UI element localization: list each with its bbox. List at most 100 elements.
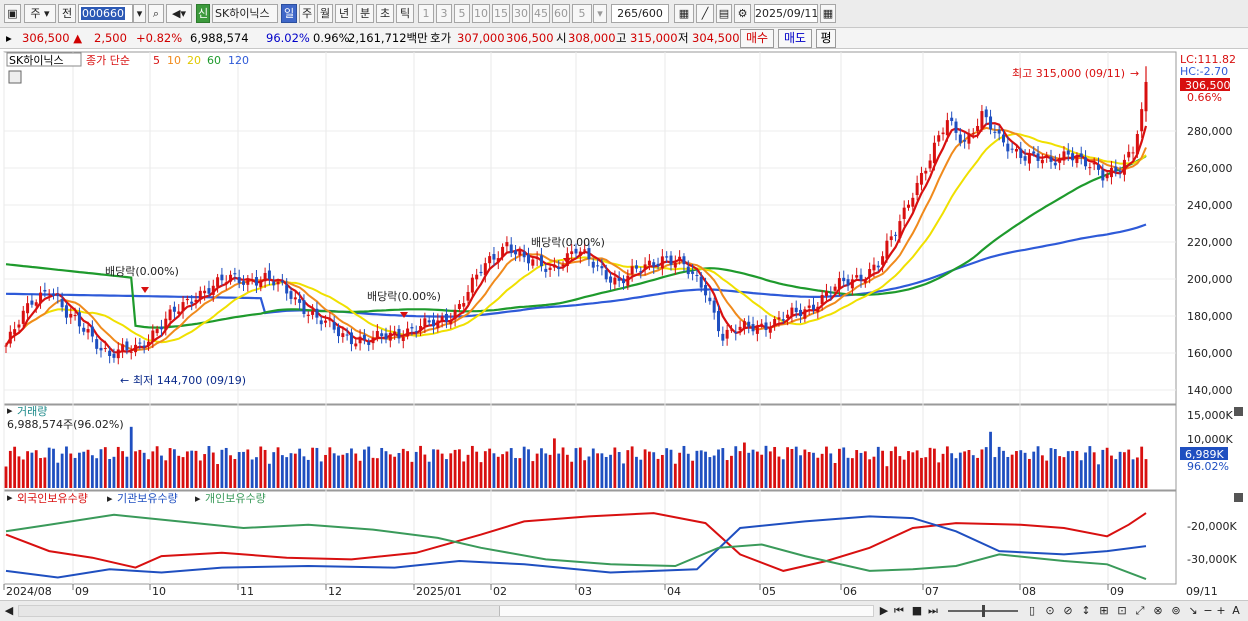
chart-tool-icon-1[interactable]: ▯ xyxy=(1024,603,1040,619)
candle-body xyxy=(1140,109,1144,132)
interval-15-button[interactable]: 15 xyxy=(492,4,510,23)
volume-bar xyxy=(466,454,470,488)
window-menu-icon[interactable]: ▣ xyxy=(4,4,21,23)
candle-body xyxy=(777,317,781,320)
volume-bar xyxy=(406,451,409,488)
code-dropdown-icon[interactable]: ▾ xyxy=(133,4,146,23)
holdings-panel-close-icon[interactable] xyxy=(1234,493,1243,502)
period-day-tab[interactable]: 일 xyxy=(281,4,297,23)
candle-body xyxy=(708,297,712,302)
interval-60-button[interactable]: 60 xyxy=(552,4,570,23)
period-month-tab[interactable]: 월 xyxy=(317,4,333,23)
options-icon[interactable]: ▸ xyxy=(6,31,12,45)
stock-code-input[interactable]: 000660 xyxy=(78,4,133,23)
chart-tool-icon-4[interactable]: ↕ xyxy=(1078,603,1094,619)
volume-bar xyxy=(324,454,327,488)
period-year-tab[interactable]: 년 xyxy=(335,4,353,23)
period-tick-tab[interactable]: 틱 xyxy=(396,4,414,23)
x-axis-label: 06 xyxy=(843,585,857,598)
volume-bar xyxy=(1135,457,1139,488)
candle-body xyxy=(64,305,68,318)
current-price-value: 306,500 xyxy=(22,31,70,45)
chart-tool-icon-9[interactable]: ⊚ xyxy=(1168,603,1184,619)
volume-bar xyxy=(803,449,807,488)
interval-45-button[interactable]: 45 xyxy=(532,4,550,23)
volume-bar xyxy=(1144,459,1148,488)
prev-button[interactable]: 전 xyxy=(58,4,76,23)
volume-bar xyxy=(26,451,29,488)
chart-tools-icon[interactable]: ▦ xyxy=(674,4,694,23)
chart-tool-icon-3[interactable]: ⊘ xyxy=(1060,603,1076,619)
chart-tool-icon-7[interactable]: ⤢ xyxy=(1132,603,1148,619)
eval-button[interactable]: 평 xyxy=(816,29,836,48)
candle-body xyxy=(812,304,815,310)
dividend-note-1: 배당락(0.00%) xyxy=(105,265,179,278)
draw-tools-icon[interactable]: ╱ xyxy=(696,4,714,23)
stock-chart-svg[interactable]: SK하이닉스 종가 단순 5 10 20 60 120 최고 315,000 (… xyxy=(0,50,1248,600)
period-week-tab[interactable]: 주 xyxy=(299,4,315,23)
go-first-icon[interactable]: ⏮ xyxy=(892,603,906,619)
buy-button[interactable]: 매수 xyxy=(740,29,774,48)
font-size-icon[interactable]: A xyxy=(1229,603,1243,619)
interval-input[interactable]: 5 xyxy=(572,4,592,23)
search-icon[interactable]: ⌕ xyxy=(148,4,164,23)
volume-bar xyxy=(1097,464,1100,488)
zoom-slider-handle[interactable] xyxy=(982,605,985,617)
candle-body xyxy=(643,264,647,270)
scroll-left-icon[interactable]: ◀ xyxy=(4,603,14,619)
date-input[interactable]: 2025/09/11 xyxy=(754,4,818,23)
gear-icon[interactable]: ⚙ xyxy=(734,4,751,23)
quote-info-bar: ▸ 306,500 ▲ 2,500 +0.82% 6,988,574 96.02… xyxy=(0,28,1248,49)
zoom-slider[interactable] xyxy=(948,605,1018,617)
scroll-thumb[interactable] xyxy=(499,606,873,616)
chart-area[interactable]: SK하이닉스 종가 단순 5 10 20 60 120 최고 315,000 (… xyxy=(0,50,1248,600)
trade-amount: 2,161,712백만 xyxy=(348,31,428,45)
volume-bar xyxy=(164,460,168,488)
volume-bar xyxy=(285,457,289,488)
volume-bar xyxy=(673,463,677,488)
volume-panel-close-icon[interactable] xyxy=(1234,407,1243,416)
candle-body xyxy=(328,319,332,321)
volume-collapse-icon[interactable]: ▸ xyxy=(7,404,13,417)
low-arrow-icon: ← xyxy=(120,374,129,387)
crosshair-icon[interactable]: ↘ xyxy=(1186,603,1200,619)
interval-dropdown-icon[interactable]: ▾ xyxy=(593,4,607,23)
volume-bar xyxy=(889,451,893,488)
volume-bar xyxy=(885,466,889,488)
speaker-icon[interactable]: ◀▾ xyxy=(166,4,192,23)
chart-tool-icon-8[interactable]: ⊗ xyxy=(1150,603,1166,619)
zoom-out-icon[interactable]: − xyxy=(1202,603,1214,619)
candle-body xyxy=(673,262,677,268)
stop-icon[interactable]: ■ xyxy=(910,603,924,619)
scroll-right-icon[interactable]: ▶ xyxy=(878,603,890,619)
market-select[interactable]: 주 ▾ xyxy=(24,4,56,23)
interval-30-button[interactable]: 30 xyxy=(512,4,530,23)
volume-bar xyxy=(1118,451,1122,488)
chart-tool-icon-5[interactable]: ⊞ xyxy=(1096,603,1112,619)
open-price: 308,000 xyxy=(568,31,616,45)
chart-tool-icon-6[interactable]: ⊡ xyxy=(1114,603,1130,619)
credit-badge[interactable]: 신 xyxy=(196,4,210,23)
sell-button[interactable]: 매도 xyxy=(778,29,812,48)
candle-body xyxy=(1010,148,1014,150)
chart-tool-icon-2[interactable]: ⊙ xyxy=(1042,603,1058,619)
go-last-icon[interactable]: ⏭ xyxy=(926,603,940,619)
volume-bar xyxy=(617,452,621,488)
interval-5-button[interactable]: 5 xyxy=(454,4,470,23)
interval-10-button[interactable]: 10 xyxy=(472,4,490,23)
period-minute-tab[interactable]: 분 xyxy=(356,4,374,23)
price-y-axis: 280,000 260,000 240,000 220,000 200,000 180,0… xyxy=(1187,125,1233,397)
panel-menu-icon[interactable] xyxy=(8,70,22,84)
candle-body xyxy=(989,116,993,130)
zoom-in-icon[interactable]: + xyxy=(1215,603,1227,619)
interval-3-button[interactable]: 3 xyxy=(436,4,452,23)
save-icon[interactable]: ▤ xyxy=(716,4,732,23)
holdings-collapse-icon[interactable]: ▸ xyxy=(7,491,13,504)
volume-bar xyxy=(56,462,60,488)
count-input[interactable]: 265/600 xyxy=(611,4,669,23)
calendar-icon[interactable]: ▦ xyxy=(820,4,836,23)
volume-bar xyxy=(34,450,38,488)
period-second-tab[interactable]: 초 xyxy=(376,4,394,23)
interval-1-button[interactable]: 1 xyxy=(418,4,434,23)
scroll-track[interactable] xyxy=(18,605,874,617)
